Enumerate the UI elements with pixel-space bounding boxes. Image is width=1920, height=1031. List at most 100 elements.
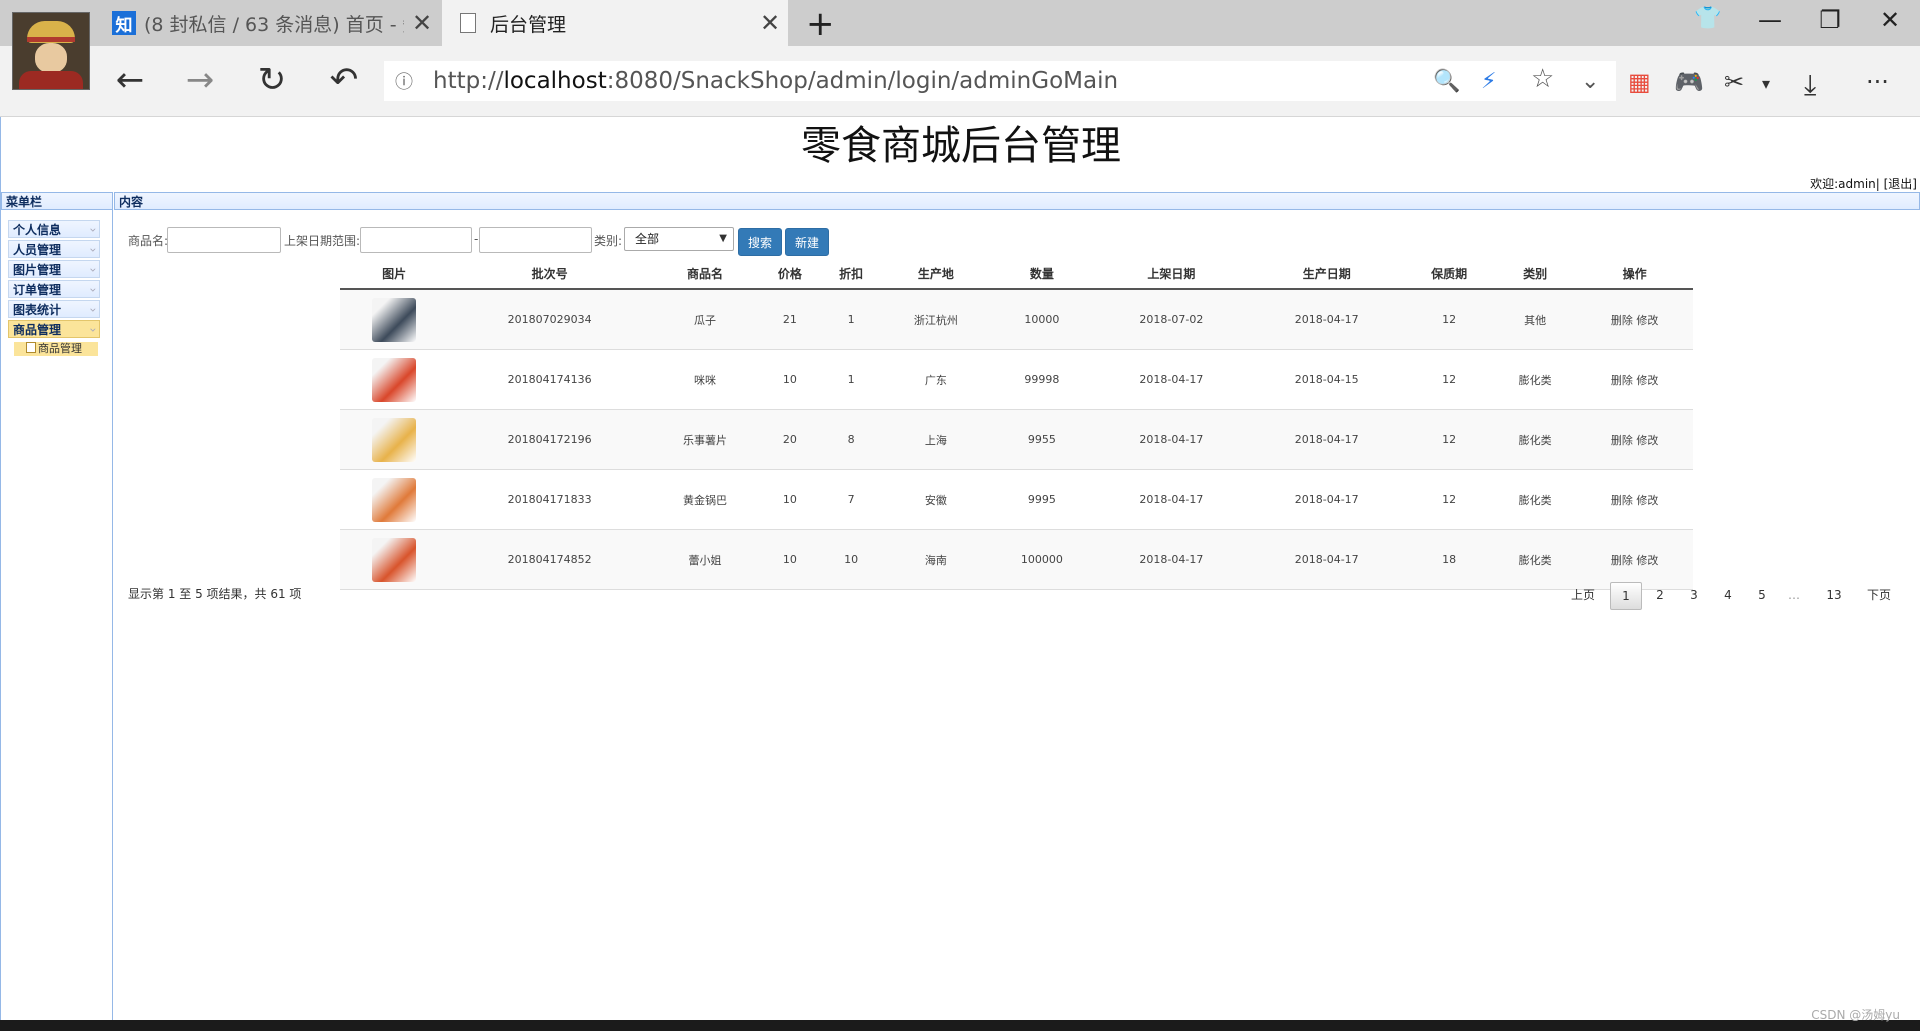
product-name-input[interactable] — [167, 227, 281, 253]
undo-icon[interactable]: ↶ — [322, 60, 366, 100]
menu-item-images[interactable]: 图片管理 — [8, 260, 100, 278]
product-image — [372, 477, 417, 522]
close-tab-icon[interactable]: ✕ — [752, 9, 788, 37]
download-icon[interactable]: ⤓ — [1804, 68, 1816, 102]
search-button[interactable]: 搜索 — [738, 228, 782, 256]
next-page-link[interactable]: 下页 — [1864, 582, 1894, 608]
star-icon[interactable]: ☆ — [1531, 64, 1554, 94]
result-info: 显示第 1 至 5 项结果，共 61 项 — [128, 587, 302, 601]
page-link[interactable]: 3 — [1682, 582, 1706, 608]
table-row: 201807029034 瓜子 21 1 浙江杭州 10000 2018-07-02 2018… — [340, 289, 1693, 350]
chevron-down-icon[interactable]: ⌄ — [1581, 69, 1599, 94]
page-icon — [26, 342, 36, 353]
caret-down-icon[interactable]: ▾ — [1762, 74, 1770, 93]
start-date-input[interactable] — [360, 227, 472, 253]
table-header-row: 图片 批次号 商品名 价格 折扣 生产地 数量 上架日期 生产日期 保质期 类别… — [340, 259, 1693, 290]
new-button[interactable]: 新建 — [785, 228, 829, 256]
actions-cell: 删除 修改 — [1576, 409, 1693, 470]
actions-cell: 删除 修改 — [1576, 469, 1693, 530]
page-link[interactable]: 4 — [1716, 582, 1740, 608]
cell-price: 21 — [759, 289, 821, 350]
delete-link[interactable]: 删除 — [1611, 434, 1633, 447]
scissors-icon[interactable]: ✂ — [1724, 68, 1744, 96]
col-header: 类别 — [1493, 259, 1577, 290]
page-link[interactable]: 13 — [1822, 582, 1846, 608]
content-panel-header: 内容 — [114, 192, 1920, 210]
cell-shelf: 2018-04-17 — [1093, 349, 1250, 410]
welcome-logout[interactable]: 欢迎:admin| [退出] — [1810, 175, 1917, 192]
edit-link[interactable]: 修改 — [1636, 494, 1658, 507]
end-date-input[interactable] — [479, 227, 592, 253]
more-icon[interactable]: ··· — [1866, 68, 1889, 96]
cell-discount: 8 — [820, 409, 882, 470]
windows-apps-icon[interactable]: ▦ — [1628, 68, 1651, 96]
col-header: 商品名 — [650, 259, 760, 290]
menu-item-products[interactable]: 商品管理 — [8, 320, 100, 338]
url-path: :8080/SnackShop/admin/login/adminGoMain — [606, 68, 1119, 94]
bolt-icon[interactable]: ⚡ — [1481, 69, 1496, 94]
zoom-icon[interactable]: 🔍 — [1433, 69, 1460, 94]
avatar[interactable] — [12, 12, 90, 90]
col-header: 操作 — [1576, 259, 1693, 290]
cell-cat: 膨化类 — [1493, 469, 1577, 530]
game-icon[interactable]: 🎮 — [1674, 68, 1704, 96]
cell-batch: 201804171833 — [448, 469, 651, 530]
restore-icon[interactable]: ❐ — [1810, 6, 1850, 34]
close-tab-icon[interactable]: ✕ — [404, 9, 440, 37]
cell-price: 10 — [759, 469, 821, 530]
cell-batch: 201804174852 — [448, 529, 651, 590]
menu-item-profile[interactable]: 个人信息 — [8, 220, 100, 238]
edit-link[interactable]: 修改 — [1636, 314, 1658, 327]
prev-page-link[interactable]: 上页 — [1568, 582, 1598, 608]
col-header: 生产地 — [881, 259, 991, 290]
delete-link[interactable]: 删除 — [1611, 554, 1633, 567]
submenu-item-products[interactable]: 商品管理 — [14, 342, 98, 356]
delete-link[interactable]: 删除 — [1611, 374, 1633, 387]
tab-admin[interactable]: 后台管理 ✕ — [442, 0, 788, 46]
cell-shelf: 2018-04-17 — [1093, 529, 1250, 590]
cell-discount: 1 — [820, 289, 882, 350]
cell-batch: 201807029034 — [448, 289, 651, 350]
cell-name: 乐事薯片 — [650, 409, 760, 470]
actions-cell: 删除 修改 — [1576, 289, 1693, 350]
url-text: http://localhost:8080/SnackShop/admin/lo… — [433, 68, 1118, 94]
edit-link[interactable]: 修改 — [1636, 554, 1658, 567]
window-close-icon[interactable]: ✕ — [1870, 6, 1910, 34]
back-icon[interactable]: ← — [108, 60, 152, 100]
cell-name: 蕾小姐 — [650, 529, 760, 590]
menu-item-staff[interactable]: 人员管理 — [8, 240, 100, 258]
page-link-current[interactable]: 1 — [1610, 582, 1642, 610]
cell-origin: 海南 — [881, 529, 991, 590]
cell-origin: 广东 — [881, 349, 991, 410]
menu-item-charts[interactable]: 图表统计 — [8, 300, 100, 318]
new-tab-icon[interactable]: + — [806, 4, 835, 44]
cell-batch: 201804172196 — [448, 409, 651, 470]
edit-link[interactable]: 修改 — [1636, 434, 1658, 447]
actions-cell: 删除 修改 — [1576, 529, 1693, 590]
delete-link[interactable]: 删除 — [1611, 314, 1633, 327]
page-link[interactable]: 2 — [1648, 582, 1672, 608]
cell-life: 12 — [1404, 409, 1494, 470]
col-header: 数量 — [990, 259, 1094, 290]
page-link[interactable]: 5 — [1750, 582, 1774, 608]
cell-life: 12 — [1404, 469, 1494, 530]
cell-cat: 膨化类 — [1493, 349, 1577, 410]
col-header: 价格 — [759, 259, 821, 290]
menu-panel-header: 菜单栏 — [1, 192, 113, 210]
category-select[interactable]: 全部 — [624, 227, 734, 251]
cell-discount: 1 — [820, 349, 882, 410]
tab-zhihu[interactable]: 知 (8 封私信 / 63 条消息) 首页 - 知 ✕ — [100, 0, 440, 46]
refresh-icon[interactable]: ↻ — [250, 60, 294, 100]
edit-link[interactable]: 修改 — [1636, 374, 1658, 387]
product-image-cell — [340, 469, 449, 530]
delete-link[interactable]: 删除 — [1611, 494, 1633, 507]
date-range-label: 上架日期范围: — [284, 234, 361, 248]
forward-icon[interactable]: → — [178, 60, 222, 100]
shirt-icon[interactable]: 👕 — [1688, 6, 1728, 31]
site-info-icon[interactable]: ⓘ — [395, 68, 415, 93]
url-field[interactable]: ⓘ http://localhost:8080/SnackShop/admin/… — [384, 61, 1616, 101]
menu-item-orders[interactable]: 订单管理 — [8, 280, 100, 298]
cell-prod: 2018-04-17 — [1249, 529, 1405, 590]
minimize-icon[interactable]: — — [1750, 6, 1790, 34]
col-header: 上架日期 — [1093, 259, 1250, 290]
